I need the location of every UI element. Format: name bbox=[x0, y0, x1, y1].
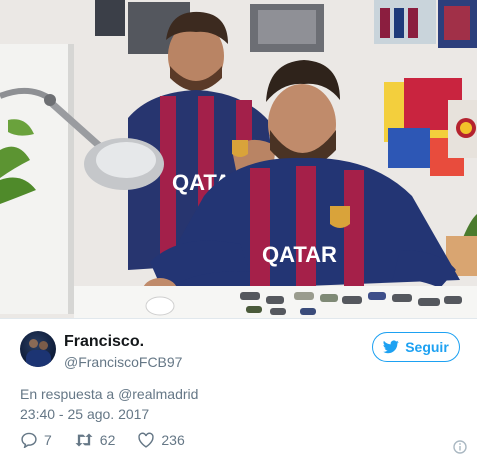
follow-label: Seguir bbox=[405, 339, 449, 355]
display-name[interactable]: Francisco. bbox=[64, 333, 144, 351]
tweet-photo[interactable]: QATAR QATAR bbox=[0, 0, 477, 318]
reply-mention[interactable]: @realmadrid bbox=[118, 386, 198, 402]
tweet-timestamp[interactable]: 23:40 - 25 ago. 2017 bbox=[20, 406, 149, 422]
like-button[interactable]: 236 bbox=[137, 432, 185, 448]
reply-button[interactable]: 7 bbox=[20, 432, 52, 448]
heart-icon bbox=[138, 432, 155, 448]
reply-icon bbox=[21, 432, 37, 448]
info-icon[interactable] bbox=[453, 440, 467, 454]
follow-button[interactable]: Seguir bbox=[372, 332, 460, 362]
photo-divider bbox=[0, 318, 477, 319]
retweet-count: 62 bbox=[99, 432, 116, 448]
avatar[interactable] bbox=[20, 331, 56, 367]
user-handle[interactable]: @FranciscoFCB97 bbox=[64, 354, 182, 370]
reply-context: En respuesta a @realmadrid bbox=[20, 386, 198, 402]
tweet-actions: 7 62 236 bbox=[20, 432, 207, 448]
tweet-card: QATAR QATAR Francisco. @FranciscoFCB97 S… bbox=[0, 0, 477, 460]
retweet-icon bbox=[75, 433, 93, 447]
like-count: 236 bbox=[161, 432, 185, 448]
svg-text:QATAR: QATAR bbox=[262, 242, 337, 267]
twitter-bird-icon bbox=[383, 340, 399, 354]
reply-count: 7 bbox=[44, 432, 52, 448]
reply-prefix: En respuesta a bbox=[20, 386, 115, 402]
retweet-button[interactable]: 62 bbox=[74, 432, 116, 448]
photo-image: QATAR QATAR bbox=[0, 0, 477, 318]
